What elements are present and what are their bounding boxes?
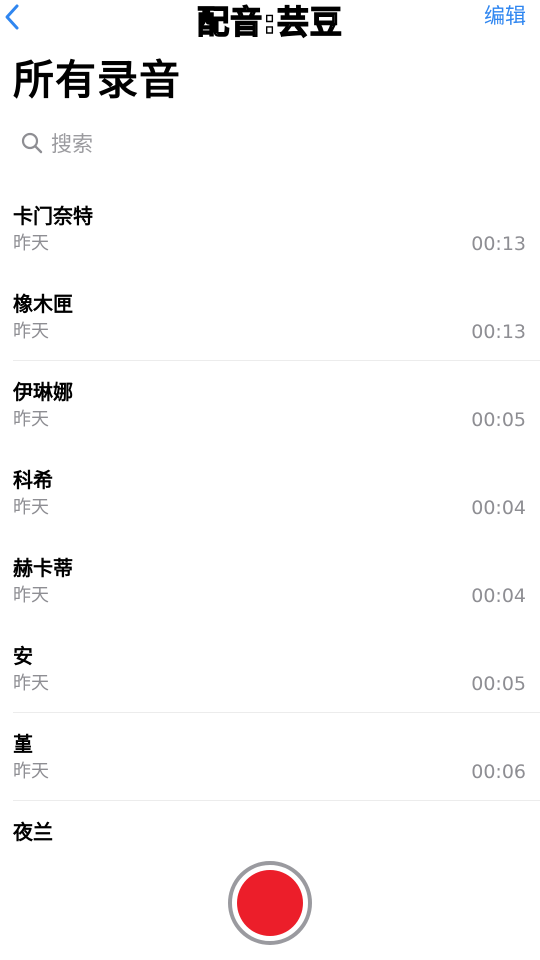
recording-item[interactable]: 科希 昨天 00:04 [0, 449, 540, 537]
recording-duration: 00:13 [471, 321, 526, 343]
recording-date: 昨天 [13, 585, 49, 606]
recording-name: 堇 [13, 732, 33, 756]
recording-duration: 00:13 [471, 233, 526, 255]
recording-item[interactable]: 安 昨天 00:05 [0, 625, 540, 713]
recording-duration: 00:05 [471, 409, 526, 431]
recording-duration: 00:06 [471, 761, 526, 783]
recording-item[interactable]: 堇 昨天 00:06 [0, 713, 540, 801]
recording-duration: 00:05 [471, 673, 526, 695]
recordings-list: 卡门奈特 昨天 00:13 橡木匣 昨天 00:13 伊琳娜 昨天 00:05 … [0, 185, 540, 889]
search-input[interactable]: 搜索 [20, 126, 520, 160]
recording-name: 卡门奈特 [13, 204, 93, 228]
recording-item[interactable]: 伊琳娜 昨天 00:05 [0, 361, 540, 449]
voice-memos-screen: 配音:芸豆 编辑 所有录音 搜索 卡门奈特 昨天 00:13 橡木匣 昨天 00… [0, 0, 540, 960]
page-title: 所有录音 [13, 56, 181, 104]
edit-button[interactable]: 编辑 [484, 2, 526, 30]
search-placeholder: 搜索 [51, 132, 93, 156]
recording-name: 伊琳娜 [13, 380, 73, 404]
recording-date: 昨天 [13, 673, 49, 694]
recording-date: 昨天 [13, 233, 49, 254]
recording-name: 橡木匣 [13, 292, 73, 316]
recording-date: 昨天 [13, 409, 49, 430]
recording-name: 安 [13, 644, 33, 668]
record-icon [237, 870, 303, 936]
recording-name: 夜兰 [13, 820, 53, 844]
recording-item[interactable]: 卡门奈特 昨天 00:13 [0, 185, 540, 273]
recording-date: 昨天 [13, 497, 49, 518]
recording-name: 赫卡蒂 [13, 556, 73, 580]
search-icon [20, 131, 44, 155]
overlay-caption: 配音:芸豆 [196, 2, 343, 41]
record-button[interactable] [228, 861, 312, 945]
recording-duration: 00:04 [471, 497, 526, 519]
recording-name: 科希 [13, 468, 53, 492]
recording-duration: 00:04 [471, 585, 526, 607]
recording-item[interactable]: 橡木匣 昨天 00:13 [0, 273, 540, 361]
recording-item[interactable]: 赫卡蒂 昨天 00:04 [0, 537, 540, 625]
recording-date: 昨天 [13, 761, 49, 782]
recording-date: 昨天 [13, 321, 49, 342]
